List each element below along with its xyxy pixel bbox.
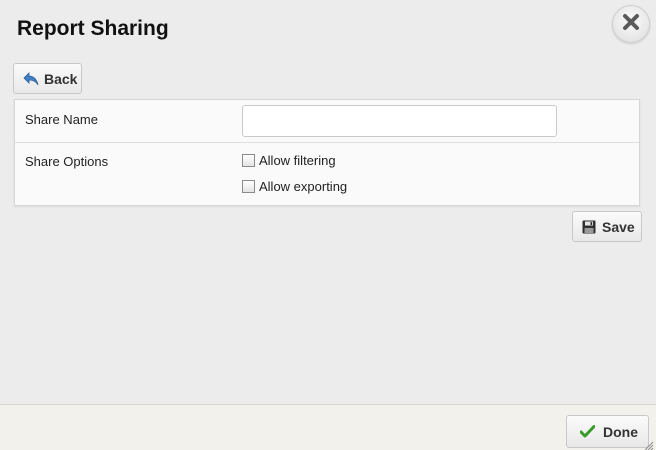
save-button[interactable]: Save (572, 211, 642, 242)
back-button[interactable]: Back (13, 63, 82, 94)
share-options-label: Share Options (25, 154, 109, 169)
allow-exporting-checkbox[interactable] (242, 180, 255, 193)
done-button[interactable]: Done (566, 415, 649, 448)
dialog-footer: Done (0, 404, 656, 450)
share-name-input[interactable] (242, 105, 557, 137)
share-name-label: Share Name (25, 112, 98, 127)
share-options-row: Share Options Allow filtering Allow expo… (15, 143, 639, 205)
back-arrow-icon (23, 71, 39, 86)
done-button-label: Done (603, 423, 638, 440)
close-button[interactable] (612, 5, 650, 43)
floppy-disk-icon (582, 220, 596, 234)
allow-exporting-label: Allow exporting (259, 179, 348, 194)
resize-grip-icon[interactable] (644, 438, 654, 450)
back-button-label: Back (44, 70, 78, 87)
report-sharing-dialog: Report Sharing Back Share Name Share Opt… (0, 0, 656, 450)
share-name-row: Share Name (15, 100, 639, 143)
allow-filtering-label: Allow filtering (259, 153, 336, 168)
allow-filtering-checkbox[interactable] (242, 154, 255, 167)
allow-exporting-option[interactable]: Allow exporting (242, 179, 347, 194)
save-button-label: Save (602, 218, 635, 235)
allow-filtering-option[interactable]: Allow filtering (242, 153, 336, 168)
checkmark-icon (580, 425, 595, 438)
close-x-icon (621, 12, 641, 37)
share-form-panel: Share Name Share Options Allow filtering… (14, 99, 640, 206)
dialog-title: Report Sharing (17, 17, 169, 40)
